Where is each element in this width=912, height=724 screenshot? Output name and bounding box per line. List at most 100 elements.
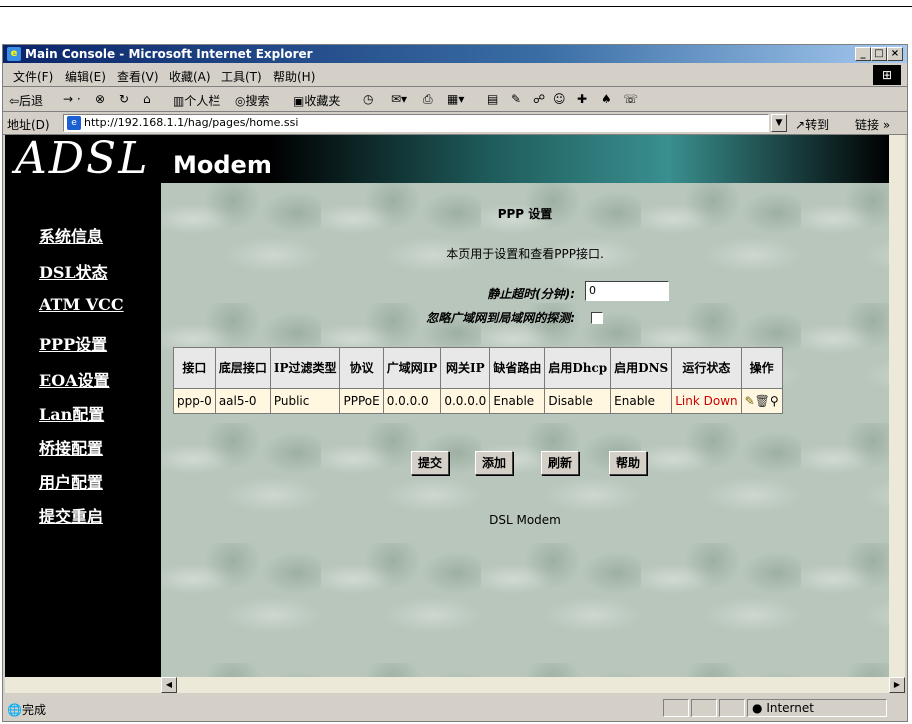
vertical-scrollbar[interactable] [889, 135, 905, 677]
sidebar-item-dsl-status[interactable]: DSL状态 [39, 259, 108, 283]
forward-button[interactable]: → · [63, 92, 81, 106]
banner: ADSL Modem [5, 135, 889, 184]
cell-protocol: PPPoE [339, 388, 384, 414]
menu-favorites[interactable]: 收藏(A) [169, 68, 211, 85]
address-input[interactable]: e http://192.168.1.1/hag/pages/home.ssi [63, 114, 769, 132]
mail-icon[interactable]: ✉▾ [391, 92, 407, 106]
ie-icon: e [7, 47, 21, 61]
refresh-button[interactable]: 刷新 [541, 451, 580, 475]
logo-adsl: ADSL [15, 135, 150, 184]
delete-trash-icon[interactable]: 🗑 [755, 394, 770, 408]
col-header: 运行状态 [671, 347, 742, 389]
cell-default-route: Enable [489, 388, 546, 414]
page-title: PPP 设置 [497, 207, 553, 221]
col-header: 底层接口 [214, 347, 271, 389]
go-icon: ↗ [795, 118, 806, 132]
title-bar[interactable]: e Main Console - Microsoft Internet Expl… [3, 45, 907, 63]
sidebar-item-user-config[interactable]: 用户配置 [39, 469, 103, 493]
maximize-button[interactable]: □ [871, 47, 887, 61]
scroll-right-icon[interactable]: ▶ [889, 677, 905, 693]
cell-wan-ip: 0.0.0.0 [382, 388, 442, 414]
address-label: 地址(D) [7, 118, 50, 132]
zone-label: Internet [766, 701, 814, 715]
go-button[interactable]: ↗转到 [795, 116, 829, 133]
personal-bar-label: 个人栏 [184, 94, 221, 108]
ignore-wan-probe-checkbox[interactable] [591, 312, 603, 324]
back-button[interactable]: ⇦后退 [9, 92, 43, 109]
menu-file[interactable]: 文件(F) [13, 68, 53, 85]
menu-tools[interactable]: 工具(T) [221, 68, 262, 85]
links-label: 链接 [855, 118, 880, 132]
help-button[interactable]: 帮助 [609, 451, 648, 475]
col-header: 网关IP [440, 347, 491, 389]
print-icon[interactable]: ⎙ [423, 92, 433, 107]
search-button[interactable]: ◎搜索 [235, 92, 270, 109]
edit-pencil-icon[interactable]: ✎ [745, 394, 755, 408]
submit-button[interactable]: 提交 [411, 451, 450, 475]
sidebar-item-bridge-config[interactable]: 桥接配置 [39, 435, 103, 459]
close-button[interactable]: × [887, 47, 903, 61]
ppp-interface-table: 接口 底层接口 IP过滤类型 协议 广域网IP 网关IP 缺省路由 启用Dhcp… [173, 347, 783, 414]
col-header: 广域网IP [382, 347, 442, 389]
address-url: http://192.168.1.1/hag/pages/home.ssi [84, 116, 299, 129]
tools-icon[interactable]: ♠ [601, 92, 612, 106]
page-done-icon: 🌐 [7, 703, 22, 717]
col-header: 启用Dhcp [544, 347, 612, 389]
history-icon[interactable]: ◷ [363, 92, 373, 106]
col-header: 接口 [173, 347, 216, 389]
view-magnifier-icon[interactable]: ⚲ [770, 394, 779, 408]
discuss-icon[interactable]: ▤ [487, 92, 498, 106]
toolbar: ⇦后退 → · ⊗ ↻ ⌂ ▥个人栏 ◎搜索 ▣收藏夹 ◷ ✉▾ ⎙ ▦▾ ▤ … [3, 87, 907, 112]
edit-icon[interactable]: ▦▾ [447, 92, 464, 106]
horizontal-scrollbar[interactable]: ◀ ▶ [5, 677, 905, 693]
menu-help[interactable]: 帮助(H) [273, 68, 315, 85]
ignore-wan-probe-label: 忽略广域网到局域网的探测: [426, 311, 575, 325]
address-bar: 地址(D) e http://192.168.1.1/hag/pages/hom… [3, 112, 907, 135]
col-header: 启用DNS [610, 347, 673, 389]
sidebar-item-commit-reboot[interactable]: 提交重启 [39, 503, 103, 527]
add-button[interactable]: 添加 [475, 451, 514, 475]
oicq-icon[interactable]: ☺ [553, 92, 566, 106]
sidebar-item-ppp-settings[interactable]: PPP设置 [39, 331, 107, 355]
favorites-label: 收藏夹 [304, 94, 341, 108]
refresh-icon[interactable]: ↻ [119, 92, 129, 106]
footer-text: DSL Modem [489, 513, 561, 527]
col-header: IP过滤类型 [269, 347, 341, 389]
address-dropdown-icon[interactable]: ▼ [771, 114, 787, 132]
cell-dhcp: Disable [544, 388, 612, 414]
favorites-button[interactable]: ▣收藏夹 [293, 92, 340, 109]
browser-window: e Main Console - Microsoft Internet Expl… [2, 44, 908, 722]
sidebar-item-system-info[interactable]: 系统信息 [39, 223, 103, 247]
sidebar-item-lan-config[interactable]: Lan配置 [39, 401, 104, 425]
search-icon: ◎ [235, 94, 246, 108]
idle-timeout-label: 静止超时(分钟): [487, 287, 575, 301]
cell-status: Link Down [671, 388, 742, 414]
links-button[interactable]: 链接 » [855, 116, 890, 133]
sidebar-item-eoa-settings[interactable]: EOA设置 [39, 367, 110, 391]
cell-actions: ✎🗑⚲ [740, 388, 783, 414]
messenger-icon[interactable]: ✎ [511, 92, 521, 106]
cell-ip-filter: Public [269, 388, 341, 414]
status-bar: 🌐完成 ● Internet [3, 697, 907, 719]
home-icon[interactable]: ⌂ [143, 92, 151, 106]
status-pane [719, 699, 745, 717]
status-pane [663, 699, 689, 717]
top-rule [0, 6, 912, 7]
related-icon[interactable]: ☍ [533, 92, 545, 106]
minimize-button[interactable]: _ [855, 47, 871, 61]
menu-edit[interactable]: 编辑(E) [65, 68, 106, 85]
status-text: 完成 [21, 703, 46, 717]
page-viewport: ADSL Modem 系统信息 DSL状态 ATM VCC PPP设置 EOA设… [5, 135, 889, 677]
table-row: ppp-0 aal5-0 Public PPPoE 0.0.0.0 0.0.0.… [173, 388, 783, 414]
internet-globe-icon: ● [752, 701, 763, 715]
col-header: 缺省路由 [489, 347, 546, 389]
menu-view[interactable]: 查看(V) [117, 68, 159, 85]
personal-bar-icon: ▥ [173, 94, 185, 108]
personal-bar-button[interactable]: ▥个人栏 [173, 92, 220, 109]
scroll-left-icon[interactable]: ◀ [161, 677, 177, 693]
stop-icon[interactable]: ⊗ [95, 92, 105, 106]
chat-icon[interactable]: ☏ [623, 92, 638, 106]
sidebar-item-atm-vcc[interactable]: ATM VCC [39, 295, 124, 314]
idle-timeout-input[interactable]: 0 [585, 281, 669, 301]
translate-icon[interactable]: ✚ [577, 92, 587, 106]
